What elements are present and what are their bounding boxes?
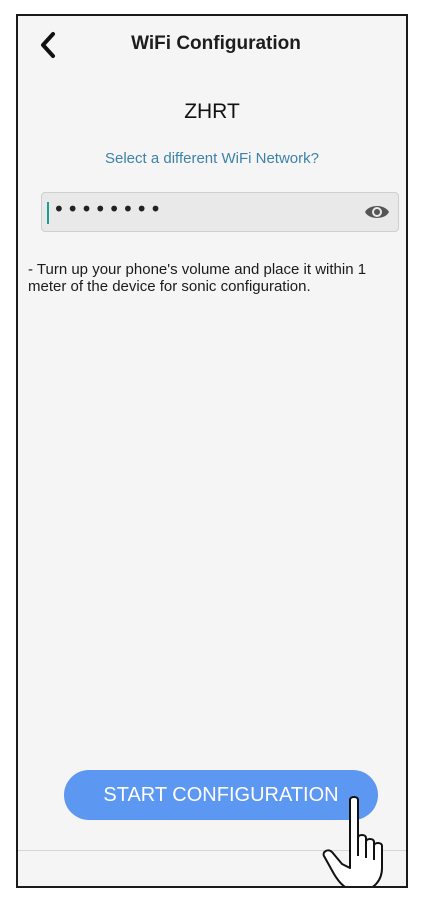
eye-icon [365, 206, 389, 218]
instruction-text: - Turn up your phone's volume and place … [28, 261, 367, 295]
hand-pointer-icon [320, 794, 406, 886]
page-title: WiFi Configuration [131, 33, 301, 54]
toggle-visibility-button[interactable] [364, 201, 390, 223]
phone-screen: WiFi Configuration ZHRT Select a differe… [16, 14, 408, 888]
network-ssid: ZHRT [184, 100, 240, 123]
app-header: WiFi Configuration [18, 16, 406, 76]
password-value: •••••••• [53, 197, 164, 221]
text-caret [47, 202, 49, 224]
select-network-link[interactable]: Select a different WiFi Network? [18, 150, 406, 167]
password-input[interactable]: •••••••• [41, 192, 399, 232]
